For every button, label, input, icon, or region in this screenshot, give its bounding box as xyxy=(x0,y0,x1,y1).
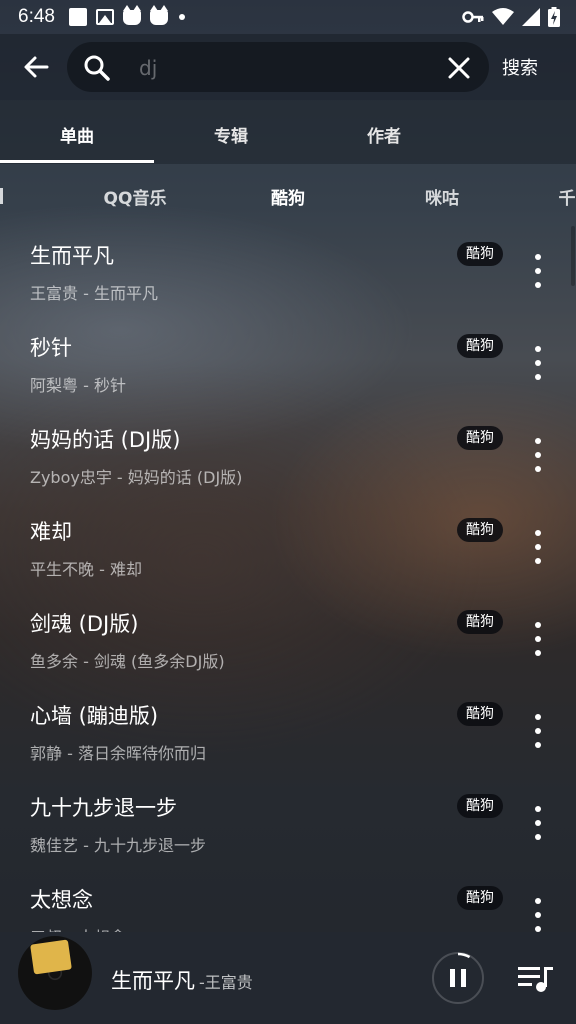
song-subtitle: 魏佳艺 - 九十九步退一步 xyxy=(30,836,206,855)
image-notification-icon xyxy=(95,9,114,25)
scrollbar[interactable] xyxy=(571,226,575,286)
notification-square-icon xyxy=(68,8,87,26)
source-badge: 酷狗 xyxy=(457,702,503,726)
pause-button[interactable] xyxy=(432,952,484,1004)
song-item[interactable]: 剑魂 (DJ版) 鱼多余 - 剑魂 (鱼多余DJ版) 酷狗 xyxy=(0,592,576,684)
source-badge: 酷狗 xyxy=(457,518,503,542)
more-notifications-dot-icon xyxy=(178,14,185,20)
now-playing-artist: -王富贵 xyxy=(199,973,253,992)
primary-tabs: 单曲 专辑 作者 xyxy=(0,100,576,164)
mini-player[interactable]: 生而平凡 -王富贵 xyxy=(0,932,576,1024)
song-title: 生而平凡 xyxy=(30,244,114,268)
song-title: 剑魂 (DJ版) xyxy=(30,612,139,636)
signal-icon xyxy=(522,8,540,26)
source-badge: 酷狗 xyxy=(457,610,503,634)
battery-charging-icon xyxy=(548,7,560,27)
more-options-icon[interactable] xyxy=(526,622,550,656)
song-subtitle: Zyboy忠宇 - 妈妈的话 (DJ版) xyxy=(30,468,243,487)
search-icon xyxy=(84,55,110,81)
song-title: 秒针 xyxy=(30,336,72,360)
search-button[interactable]: 搜索 xyxy=(502,54,538,80)
notification-icons xyxy=(68,4,185,26)
more-options-icon[interactable] xyxy=(526,438,550,472)
source-tab-edge-fragment xyxy=(0,188,3,204)
song-item[interactable]: 生而平凡 王富贵 - 生而平凡 酷狗 xyxy=(0,224,576,316)
search-box[interactable] xyxy=(67,42,489,92)
song-subtitle: 三叔 - 太想念 xyxy=(30,924,126,932)
tab-album[interactable]: 专辑 xyxy=(154,122,308,147)
song-subtitle: 平生不晚 - 难却 xyxy=(30,560,142,579)
source-tab-qq[interactable]: QQ音乐 xyxy=(58,184,212,209)
now-playing-title: 生而平凡 -王富贵 xyxy=(111,969,253,993)
song-subtitle: 郭静 - 落日余晖待你而归 xyxy=(30,744,206,763)
song-title: 九十九步退一步 xyxy=(30,796,177,820)
source-badge: 酷狗 xyxy=(457,334,503,358)
clear-icon[interactable] xyxy=(445,54,473,82)
album-art[interactable] xyxy=(18,936,92,1010)
song-title: 太想念 xyxy=(30,888,93,912)
song-item[interactable]: 难却 平生不晚 - 难却 酷狗 xyxy=(0,500,576,592)
search-input[interactable] xyxy=(137,51,431,85)
status-time: 6:48 xyxy=(18,6,55,27)
more-options-icon[interactable] xyxy=(526,898,550,932)
source-badge: 酷狗 xyxy=(457,794,503,818)
song-item[interactable]: 妈妈的话 (DJ版) Zyboy忠宇 - 妈妈的话 (DJ版) 酷狗 xyxy=(0,408,576,500)
source-badge: 酷狗 xyxy=(457,242,503,266)
song-item[interactable]: 九十九步退一步 魏佳艺 - 九十九步退一步 酷狗 xyxy=(0,776,576,868)
more-options-icon[interactable] xyxy=(526,254,550,288)
source-tab-qian[interactable]: 千 xyxy=(490,184,576,209)
album-label xyxy=(30,939,72,975)
source-tab-kugou[interactable]: 酷狗 xyxy=(211,184,365,209)
song-item[interactable]: 太想念 三叔 - 太想念 酷狗 xyxy=(0,868,576,932)
more-options-icon[interactable] xyxy=(526,346,550,380)
song-subtitle: 王富贵 - 生而平凡 xyxy=(30,284,158,303)
song-title: 难却 xyxy=(30,520,72,544)
song-subtitle: 阿梨粤 - 秒针 xyxy=(30,376,126,395)
cat-notification-icon-2 xyxy=(149,4,168,25)
arrow-back-icon xyxy=(24,56,49,78)
cat-notification-icon xyxy=(122,4,141,25)
tab-indicator xyxy=(0,160,154,163)
status-bar: 6:48 xyxy=(0,0,576,34)
wifi-icon xyxy=(492,8,514,25)
back-button[interactable] xyxy=(16,47,56,87)
source-badge: 酷狗 xyxy=(457,886,503,910)
song-title: 心墙 (蹦迪版) xyxy=(30,704,159,728)
more-options-icon[interactable] xyxy=(526,806,550,840)
song-item[interactable]: 心墙 (蹦迪版) 郭静 - 落日余晖待你而归 酷狗 xyxy=(0,684,576,776)
song-item[interactable]: 秒针 阿梨粤 - 秒针 酷狗 xyxy=(0,316,576,408)
song-subtitle: 鱼多余 - 剑魂 (鱼多余DJ版) xyxy=(30,652,225,671)
search-toolbar: 搜索 xyxy=(0,34,576,100)
system-icons xyxy=(462,7,560,27)
song-list[interactable]: 生而平凡 王富贵 - 生而平凡 酷狗 秒针 阿梨粤 - 秒针 酷狗 妈妈的话 (… xyxy=(0,224,576,932)
source-badge: 酷狗 xyxy=(457,426,503,450)
more-options-icon[interactable] xyxy=(526,530,550,564)
tab-artist[interactable]: 作者 xyxy=(307,122,461,147)
playlist-icon[interactable] xyxy=(518,964,554,994)
pause-icon xyxy=(450,969,466,987)
tab-single[interactable]: 单曲 xyxy=(0,122,154,147)
song-title: 妈妈的话 (DJ版) xyxy=(30,428,181,452)
more-options-icon[interactable] xyxy=(526,714,550,748)
key-icon xyxy=(462,11,484,23)
source-tabs: QQ音乐 酷狗 咪咕 千 xyxy=(0,176,576,216)
